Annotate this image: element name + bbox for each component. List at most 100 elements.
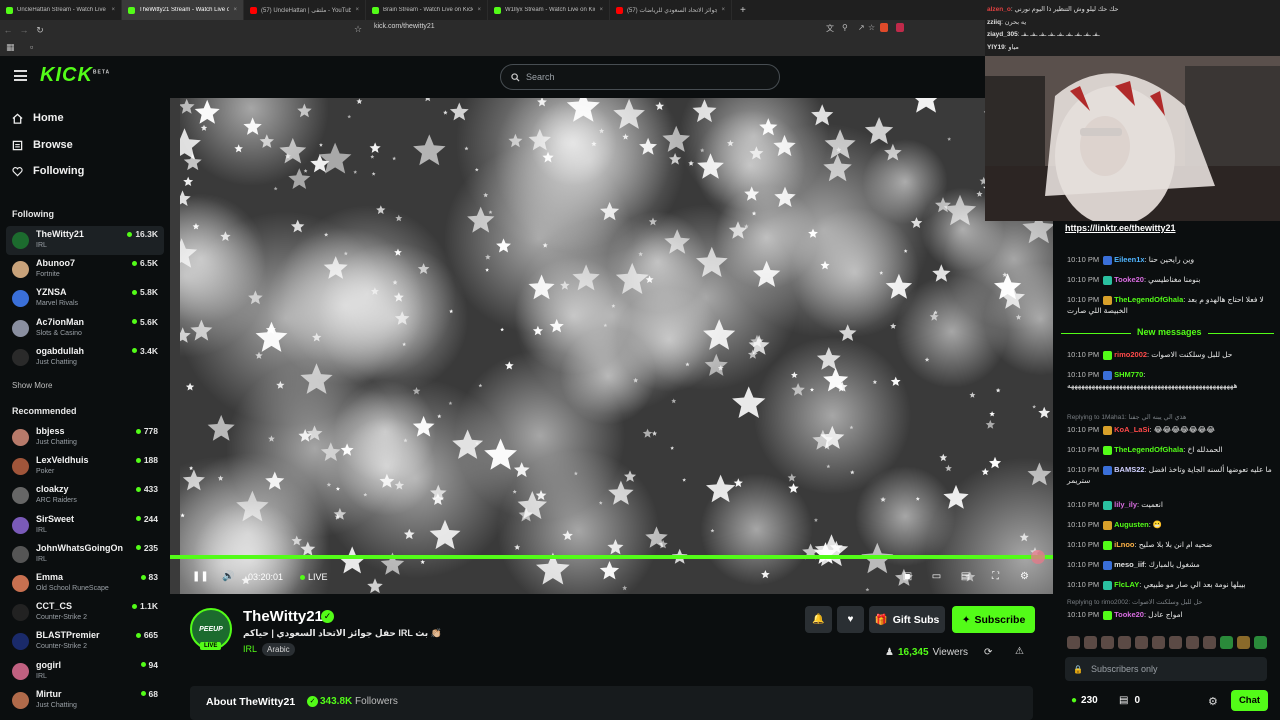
chat-username[interactable]: rimo2002 bbox=[1114, 350, 1147, 359]
chat-username[interactable]: lily_ily bbox=[1114, 500, 1137, 509]
zoom-icon[interactable]: ⚲ bbox=[842, 23, 848, 32]
chat-message[interactable]: 10:10 PM KoA_LaSi: 😂😂😂😂😂😂😂 bbox=[1067, 424, 1275, 435]
chat-message[interactable]: 10:10 PM TheLegendOfGhala: لا فعلا احتاج … bbox=[1067, 294, 1275, 316]
sidebar-channel-item[interactable]: LexVeldhuis Poker 188 bbox=[6, 452, 164, 481]
menu-icon[interactable] bbox=[14, 70, 27, 81]
share-page-icon[interactable]: ↗ bbox=[858, 23, 865, 32]
sidebar-channel-item[interactable]: SirSweet IRL 244 bbox=[6, 511, 164, 540]
progress-bar[interactable] bbox=[170, 555, 1053, 559]
close-tab-icon[interactable]: × bbox=[721, 7, 725, 13]
reply-context[interactable]: Replying to rimo2002: حل للبل وسلكنت الا… bbox=[1067, 598, 1272, 606]
emote-icon[interactable] bbox=[1169, 636, 1182, 649]
chat-username[interactable]: Tooke20 bbox=[1114, 610, 1144, 619]
emote-icon[interactable] bbox=[1118, 636, 1131, 649]
search-input[interactable] bbox=[526, 72, 756, 82]
chat-username[interactable]: TheLegendOfGhala bbox=[1114, 445, 1183, 454]
sidebar-channel-item[interactable]: cloakzy ARC Raiders 433 bbox=[6, 481, 164, 510]
emote-icon[interactable] bbox=[1203, 636, 1216, 649]
chat-message[interactable]: 10:10 PM rimo2002: حل للبل وسلكنت الاصوات bbox=[1067, 349, 1275, 360]
extension-shield-icon[interactable] bbox=[880, 23, 888, 32]
drops-counter[interactable]: ▤ 0 bbox=[1119, 695, 1140, 706]
close-tab-icon[interactable]: × bbox=[477, 7, 481, 13]
report-icon[interactable]: ⚠ bbox=[1015, 646, 1024, 657]
close-tab-icon[interactable]: × bbox=[233, 7, 237, 13]
emote-icon[interactable] bbox=[1186, 636, 1199, 649]
chat-message[interactable]: 10:10 PM Eileen1x: وين رايحين حنا bbox=[1067, 254, 1275, 265]
sidebar-channel-item[interactable]: Ac7ionMan Slots & Casino 5.6K bbox=[6, 314, 164, 343]
notifications-button[interactable]: 🔔 bbox=[805, 606, 832, 633]
browser-tab[interactable]: Brain Stream - Watch Live on Kick × bbox=[366, 0, 488, 20]
chat-message[interactable]: 10:10 PM Tooke20: بنومنا مغناطيسي bbox=[1067, 274, 1275, 285]
sidebar-channel-item[interactable]: CCT_CS Counter-Strike 2 1.1K bbox=[6, 598, 164, 627]
chat-message[interactable]: 10:10 PM BAMS22: ما عليه تعوضها ألسنه الج… bbox=[1067, 464, 1275, 486]
follow-button[interactable]: ♥ bbox=[837, 606, 864, 633]
translate-icon[interactable]: 文 bbox=[826, 23, 834, 34]
channel-name[interactable]: TheWitty21 bbox=[243, 608, 323, 625]
back-icon[interactable]: ← bbox=[0, 25, 16, 35]
apps-grid-icon[interactable]: ▦ bbox=[6, 42, 15, 53]
chat-input[interactable] bbox=[1090, 664, 1251, 674]
chat-username[interactable]: Augusten bbox=[1114, 520, 1149, 529]
emote-icon[interactable] bbox=[1135, 636, 1148, 649]
chat-message[interactable]: 10:10 PM Tooke20: امواج عادل bbox=[1067, 609, 1275, 620]
chat-input-box[interactable]: 🔒 bbox=[1065, 657, 1267, 681]
video-player[interactable]: ❚❚ 🔊 03:20:01 LIVE ▣ ▭ ▤ ⛶ ⚙ bbox=[170, 98, 1053, 594]
nav-home[interactable]: Home bbox=[12, 112, 64, 124]
sidebar-channel-item[interactable]: JohnWhatsGoingOn IRL 235 bbox=[6, 540, 164, 569]
fullscreen-icon[interactable]: ⛶ bbox=[989, 571, 1002, 582]
stream-tag[interactable]: Arabic bbox=[262, 643, 295, 656]
sidebar-channel-item[interactable]: gogirl IRL 94 bbox=[6, 657, 164, 686]
chat-message[interactable]: 10:10 PM SHM770: هههههههههههههههههههههههه… bbox=[1067, 369, 1275, 391]
nav-browse[interactable]: Browse bbox=[12, 139, 73, 151]
emote-icon[interactable] bbox=[1220, 636, 1233, 649]
pinned-link[interactable]: https://linktr.ee/thewitty21 bbox=[1065, 223, 1176, 233]
chat-message[interactable]: 10:10 PM lily_ily: انعميت bbox=[1067, 499, 1275, 510]
url-text[interactable]: kick.com/thewitty21 bbox=[374, 23, 435, 30]
close-tab-icon[interactable]: × bbox=[355, 7, 359, 13]
stream-category[interactable]: IRL bbox=[243, 644, 257, 654]
browser-tab[interactable]: UncleHattan Stream - Watch Live on × bbox=[0, 0, 122, 20]
chat-username[interactable]: iLnoo bbox=[1114, 540, 1134, 549]
subscribe-button[interactable]: ✦ Subscribe bbox=[952, 606, 1035, 633]
chat-username[interactable]: SHM770 bbox=[1114, 370, 1143, 379]
kick-logo[interactable]: KICKBETA bbox=[40, 64, 110, 87]
bookmark-icon[interactable]: ☆ bbox=[868, 23, 875, 32]
live-indicator[interactable]: LIVE bbox=[300, 572, 328, 582]
theater-mode-icon[interactable]: ▭ bbox=[930, 571, 943, 582]
chat-message[interactable]: 10:10 PM FlcLAY: بيبلها نومة بعد الي صار … bbox=[1067, 579, 1275, 590]
sidebar-channel-item[interactable]: Emma Old School RuneScape 83 bbox=[6, 569, 164, 598]
browser-tab[interactable]: (57) حفل جوائز الاتحاد السعودي للرياضات× bbox=[610, 0, 732, 20]
show-more-link[interactable]: Show More bbox=[12, 381, 52, 390]
chat-username[interactable]: Eileen1x bbox=[1114, 255, 1144, 264]
emote-icon[interactable] bbox=[1084, 636, 1097, 649]
clip-icon[interactable]: ▣ bbox=[901, 571, 914, 582]
close-tab-icon[interactable]: × bbox=[111, 7, 115, 13]
folder-icon[interactable]: ▫ bbox=[30, 42, 33, 52]
emote-bar[interactable] bbox=[1067, 636, 1277, 650]
pause-icon[interactable]: ❚❚ bbox=[192, 571, 209, 582]
sidebar-channel-item[interactable]: BLASTPremier Counter-Strike 2 665 bbox=[6, 627, 164, 656]
emote-icon[interactable] bbox=[1237, 636, 1250, 649]
reload-icon[interactable]: ↻ bbox=[32, 25, 48, 36]
chat-username[interactable]: KoA_LaSi bbox=[1114, 425, 1149, 434]
sidebar-channel-item[interactable]: YZNSA Marvel Rivals 5.8K bbox=[6, 284, 164, 313]
search-box[interactable] bbox=[500, 64, 780, 90]
chat-message[interactable]: 10:10 PM TheLegendOfGhala: الحمدلله اخ bbox=[1067, 444, 1275, 455]
channel-points[interactable]: ● 230 bbox=[1071, 695, 1098, 706]
forward-icon[interactable]: → bbox=[16, 25, 32, 35]
chat-username[interactable]: FlcLAY bbox=[1114, 580, 1139, 589]
chat-message[interactable]: 10:10 PM Augusten: 😬 bbox=[1067, 519, 1275, 530]
chat-username[interactable]: meso_iif bbox=[1114, 560, 1144, 569]
emote-icon[interactable] bbox=[1152, 636, 1165, 649]
bookmark-star-icon[interactable]: ☆ bbox=[354, 24, 362, 35]
browser-tab[interactable]: (57) UncleHattan | ملتقى - YouTube × bbox=[244, 0, 366, 20]
gift-subs-button[interactable]: 🎁 Gift Subs bbox=[869, 606, 945, 633]
chat-username[interactable]: Tooke20 bbox=[1114, 275, 1144, 284]
chat-message[interactable]: 10:10 PM iLnoo: ضحيه ام انن بلا بلا صليح bbox=[1067, 539, 1275, 550]
sidebar-channel-item[interactable]: Abunoo7 Fortnite 6.5K bbox=[6, 255, 164, 284]
extension-badge-icon[interactable] bbox=[896, 23, 904, 32]
share-icon[interactable]: ⟳ bbox=[984, 647, 992, 658]
new-tab-icon[interactable]: + bbox=[732, 5, 754, 16]
sidebar-channel-item[interactable]: TheWitty21 IRL 16.3K bbox=[6, 226, 164, 255]
sidebar-channel-item[interactable]: Mirtur Just Chatting 68 bbox=[6, 686, 164, 715]
